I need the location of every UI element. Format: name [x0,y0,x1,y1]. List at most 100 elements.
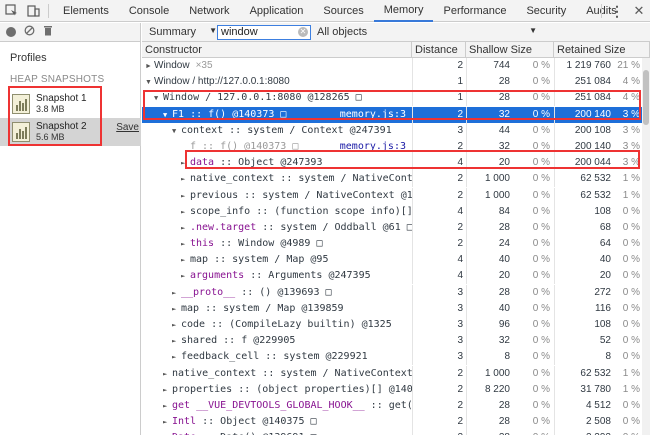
collapsed-triangle-icon[interactable]: ► [181,155,190,171]
table-row[interactable]: ► .new.target :: system / Oddball @61 □ 2 2… [142,219,642,236]
collapsed-triangle-icon[interactable]: ► [163,430,172,435]
collapsed-triangle-icon[interactable]: ► [163,366,172,382]
snapshot-icon [12,122,30,142]
collapsed-triangle-icon[interactable]: ► [181,204,190,220]
constructor-cell: ► Window ×35 [142,58,412,74]
column-shallow-size[interactable]: Shallow Size [466,42,554,58]
retained-percent-cell: 1 % [622,367,640,379]
expanded-triangle-icon[interactable]: ▼ [154,90,163,106]
retained-percent-cell: 3 % [622,140,640,152]
source-link[interactable]: memory.js:3 [340,139,406,155]
table-row[interactable]: ► map :: system / Map @95 4 40 0 % 40 0 % [142,252,642,269]
tab-performance[interactable]: Performance [433,0,516,22]
record-icon[interactable] [6,27,16,37]
constructor-label: :: get() @1402 [370,399,412,411]
snapshot-item-2[interactable]: Snapshot 2 5.6 MB Save [0,118,141,146]
table-row[interactable]: ►previous :: system / NativeContext @128… [142,187,642,204]
distance-cell: 3 [412,349,465,366]
expanded-triangle-icon[interactable]: ▼ [163,107,172,123]
save-snapshot-link[interactable]: Save [116,122,139,133]
table-row[interactable]: ► code :: (CompileLazy builtin) @1325 3 96 0… [142,317,642,333]
table-row[interactable]: ► Intl :: Object @140375 □ 2 28 0 % 2 508 0 % [142,414,642,431]
more-icon[interactable]: ⋮ [606,0,628,22]
toolbar-right: ⋮ ✕ [597,0,650,22]
table-row[interactable]: ►native_context :: system / NativeContex… [142,365,642,382]
grid-scrollbar[interactable] [642,58,650,435]
retained-percent-cell: 0 % [622,254,640,266]
collapsed-triangle-icon[interactable]: ► [163,414,172,430]
collapsed-triangle-icon[interactable]: ► [181,188,190,204]
shallow-size-cell: 28 [466,397,512,414]
collapsed-triangle-icon[interactable]: ► [172,333,181,349]
inspect-icon[interactable] [0,0,22,22]
constructor-label: Window / http://127.0.0.1:8080 [154,76,290,88]
constructor-cell: ►scope_info :: (function scope info)[] @… [142,204,412,220]
table-row[interactable]: ► __proto__ :: () @139693 □ 3 28 0 % 272 0 % [142,284,642,301]
table-row[interactable]: ► Window ×35 2 744 0 % 1 219 760 21 % [142,58,642,74]
snapshot-item-1[interactable]: Snapshot 1 3.8 MB [0,90,141,118]
constructor-cell: f :: f() @140373 □ memory.js:3 [142,139,412,155]
table-row[interactable]: ► feedback_cell :: system @229921 3 8 0 % 8 0 … [142,349,642,366]
collapsed-triangle-icon[interactable]: ► [145,59,154,74]
table-row[interactable]: ► shared :: f @229905 3 32 0 % 52 0 % [142,333,642,350]
collapsed-triangle-icon[interactable]: ► [181,220,190,236]
collapsed-triangle-icon[interactable]: ► [181,171,190,187]
constructor-label: f :: f() @140373 □ [190,140,299,152]
expanded-triangle-icon[interactable]: ▼ [172,123,181,139]
collapsed-triangle-icon[interactable]: ► [181,268,190,284]
shallow-percent-cell: 0 % [532,140,550,152]
table-row[interactable]: ▼ Window / http://127.0.0.1:8080 1 28 0 % 251… [142,74,642,91]
table-row[interactable]: ▼ Window / 127.0.0.1:8080 @128265 □ 1 28 0 %… [142,90,642,107]
view-select[interactable]: Summary ▼ [142,26,217,38]
class-filter-input[interactable]: window ✕ [217,24,311,40]
table-row[interactable]: ▼ context :: system / Context @247391 3 44 0… [142,122,642,139]
tab-security[interactable]: Security [516,0,576,22]
table-row[interactable]: ▼ F1 :: f() @140373 □ memory.js:3 2 32 0 % 200… [142,106,642,123]
table-row[interactable]: ► data :: Object @247393 4 20 0 % 200 044 3 % [142,155,642,172]
expanded-triangle-icon[interactable]: ▼ [145,75,154,90]
constructor-cell: ► code :: (CompileLazy builtin) @1325 [142,317,412,333]
shallow-size-cell: 20 [466,155,512,172]
column-retained-size[interactable]: Retained Size [554,42,650,58]
collapsed-triangle-icon[interactable]: ► [172,349,181,365]
collapsed-triangle-icon[interactable]: ► [181,236,190,252]
collapsed-triangle-icon[interactable]: ► [172,301,181,317]
table-row[interactable]: ► this :: Window @4989 □ 2 24 0 % 64 0 % [142,236,642,253]
source-link[interactable]: memory.js:3 [340,107,406,123]
clear-input-icon[interactable]: ✕ [298,27,308,37]
table-row[interactable]: ► get __VUE_DEVTOOLS_GLOBAL_HOOK__ :: get… [142,397,642,414]
scope-select[interactable]: All objects ▼ [317,26,537,38]
table-row[interactable]: f :: f() @140373 □ memory.js:3 2 32 0 % 200 1… [142,138,642,155]
tab-memory[interactable]: Memory [373,0,434,22]
table-row[interactable]: ► map :: system / Map @139859 3 40 0 % 116 0 % [142,300,642,317]
collapsed-triangle-icon[interactable]: ► [172,317,181,333]
collapsed-triangle-icon[interactable]: ► [172,285,181,301]
clear-icon[interactable] [24,25,35,39]
column-distance[interactable]: Distance [412,42,466,58]
property-name: this [190,238,215,250]
tab-network[interactable]: Network [179,0,239,22]
tab-application[interactable]: Application [240,0,314,22]
dropdown-arrow-icon: ▼ [209,26,217,35]
collapsed-triangle-icon[interactable]: ► [163,382,172,398]
device-icon[interactable] [22,0,44,22]
retained-percent-cell: 0 % [622,286,640,298]
tab-sources[interactable]: Sources [313,0,373,22]
constructor-label: :: () @139693 □ [235,286,332,298]
tab-elements[interactable]: Elements [53,0,119,22]
distance-cell: 2 [412,430,465,435]
scrollbar-thumb[interactable] [643,70,649,125]
property-name: Intl [172,416,197,428]
table-row[interactable]: ►Date :: Date() @139691 □2280 %2 2920 % [142,430,642,435]
table-row[interactable]: ► arguments :: Arguments @247395 4 20 0 % 20 0… [142,268,642,285]
table-row[interactable]: ►scope_info :: (function scope info)[] @… [142,203,642,220]
collapsed-triangle-icon[interactable]: ► [163,398,172,414]
close-icon[interactable]: ✕ [628,0,650,22]
collapsed-triangle-icon[interactable]: ► [181,252,190,268]
trash-icon[interactable] [43,25,53,39]
table-row[interactable]: ►native_context :: system / NativeContex… [142,171,642,188]
shallow-percent-cell: 0 % [532,270,550,282]
tab-console[interactable]: Console [119,0,179,22]
column-constructor[interactable]: Constructor [142,42,412,58]
table-row[interactable]: ► properties :: (object properties)[] @14… [142,381,642,398]
